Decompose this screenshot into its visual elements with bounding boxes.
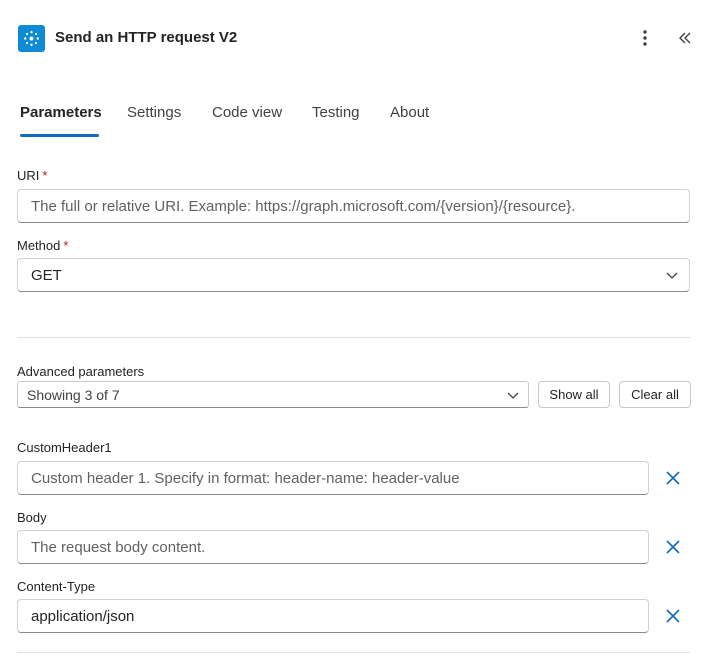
- uri-input[interactable]: The full or relative URI. Example: https…: [17, 189, 690, 223]
- double-chevron-left-icon: [679, 32, 691, 44]
- panel-header: Send an HTTP request V2: [0, 0, 707, 78]
- tab-label: Code view: [212, 104, 283, 121]
- panel: Send an HTTP request V2 Parameters Setti…: [0, 0, 707, 659]
- remove-content-type-button[interactable]: [662, 605, 684, 627]
- method-value: GET: [31, 266, 62, 284]
- section-divider: [17, 337, 690, 338]
- panel-title: Send an HTTP request V2: [55, 29, 238, 46]
- chevron-down-icon: [507, 392, 519, 399]
- remove-custom-header-button[interactable]: [662, 467, 684, 489]
- body-label: Body: [17, 510, 47, 525]
- http-connector-icon: [18, 25, 45, 52]
- custom-header-input[interactable]: Custom header 1. Specify in format: head…: [17, 461, 649, 495]
- tab-settings[interactable]: Settings: [127, 103, 181, 137]
- close-icon: [666, 609, 680, 623]
- section-divider: [17, 652, 690, 653]
- custom-header-placeholder: Custom header 1. Specify in format: head…: [31, 469, 460, 487]
- method-select[interactable]: GET: [17, 258, 690, 292]
- body-input[interactable]: The request body content.: [17, 530, 649, 564]
- tab-label: Testing: [312, 104, 360, 121]
- advanced-parameters-select[interactable]: Showing 3 of 7: [17, 381, 529, 408]
- tab-label: Settings: [127, 104, 182, 121]
- uri-placeholder: The full or relative URI. Example: https…: [31, 197, 576, 215]
- tab-label: Parameters: [20, 104, 102, 121]
- more-options-button[interactable]: [636, 27, 654, 49]
- close-icon: [666, 471, 680, 485]
- show-all-button[interactable]: Show all: [538, 381, 610, 408]
- body-placeholder: The request body content.: [31, 538, 206, 556]
- content-type-input[interactable]: application/json: [17, 599, 649, 633]
- chevron-down-icon: [666, 272, 678, 279]
- required-mark: *: [63, 238, 69, 253]
- remove-body-button[interactable]: [662, 536, 684, 558]
- advanced-parameters-label: Advanced parameters: [17, 364, 145, 379]
- tab-code-view[interactable]: Code view: [212, 103, 282, 137]
- advanced-parameters-value: Showing 3 of 7: [27, 386, 120, 403]
- more-vertical-icon: [643, 30, 647, 46]
- clear-all-button[interactable]: Clear all: [619, 381, 691, 408]
- custom-header-label: CustomHeader1: [17, 440, 112, 455]
- tab-label: About: [390, 104, 430, 121]
- uri-label: URI *: [17, 168, 48, 183]
- method-label: Method *: [17, 238, 69, 253]
- required-mark: *: [42, 168, 48, 183]
- content-type-value: application/json: [31, 607, 135, 625]
- close-icon: [666, 540, 680, 554]
- tab-parameters[interactable]: Parameters: [20, 103, 102, 137]
- tab-about[interactable]: About: [390, 103, 429, 137]
- collapse-panel-button[interactable]: [674, 27, 696, 49]
- content-type-label: Content-Type: [17, 579, 96, 594]
- tab-testing[interactable]: Testing: [312, 103, 360, 137]
- active-tab-indicator: [20, 134, 99, 137]
